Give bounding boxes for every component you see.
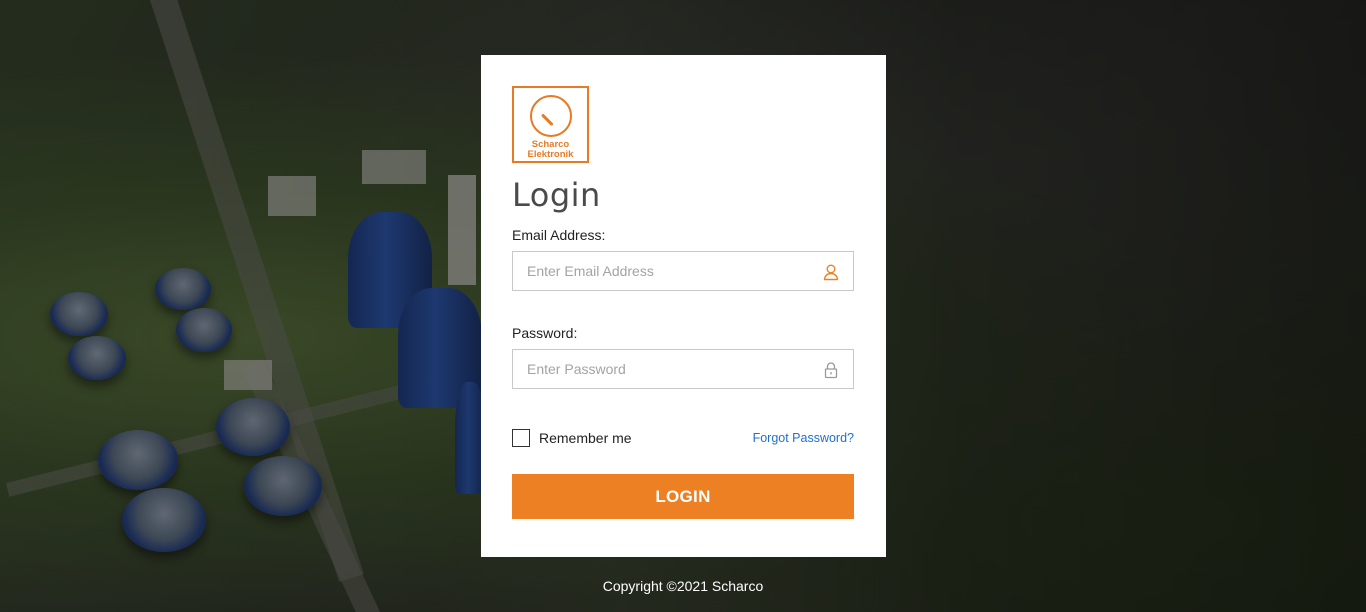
lock-icon [822, 361, 840, 379]
remember-me[interactable]: Remember me [512, 429, 632, 447]
email-input[interactable] [513, 252, 853, 290]
login-card: Scharco Elektronik Login Email Address: … [481, 55, 886, 557]
email-field-wrapper [512, 251, 854, 291]
forgot-password-link[interactable]: Forgot Password? [753, 431, 854, 445]
email-label: Email Address: [512, 227, 606, 243]
password-field-wrapper [512, 349, 854, 389]
page-title: Login [512, 176, 601, 214]
password-label: Password: [512, 325, 578, 341]
gauge-icon [530, 95, 572, 137]
company-logo: Scharco Elektronik [512, 86, 589, 163]
logo-text: Scharco Elektronik [514, 140, 587, 160]
login-button[interactable]: LOGIN [512, 474, 854, 519]
remember-me-label: Remember me [539, 430, 632, 446]
remember-me-checkbox[interactable] [512, 429, 530, 447]
logo-text-line2: Elektronik [527, 149, 574, 160]
user-icon [822, 263, 840, 281]
options-row: Remember me Forgot Password? [512, 429, 854, 447]
password-input[interactable] [513, 350, 853, 388]
copyright-text: Copyright ©2021 Scharco [602, 578, 764, 594]
